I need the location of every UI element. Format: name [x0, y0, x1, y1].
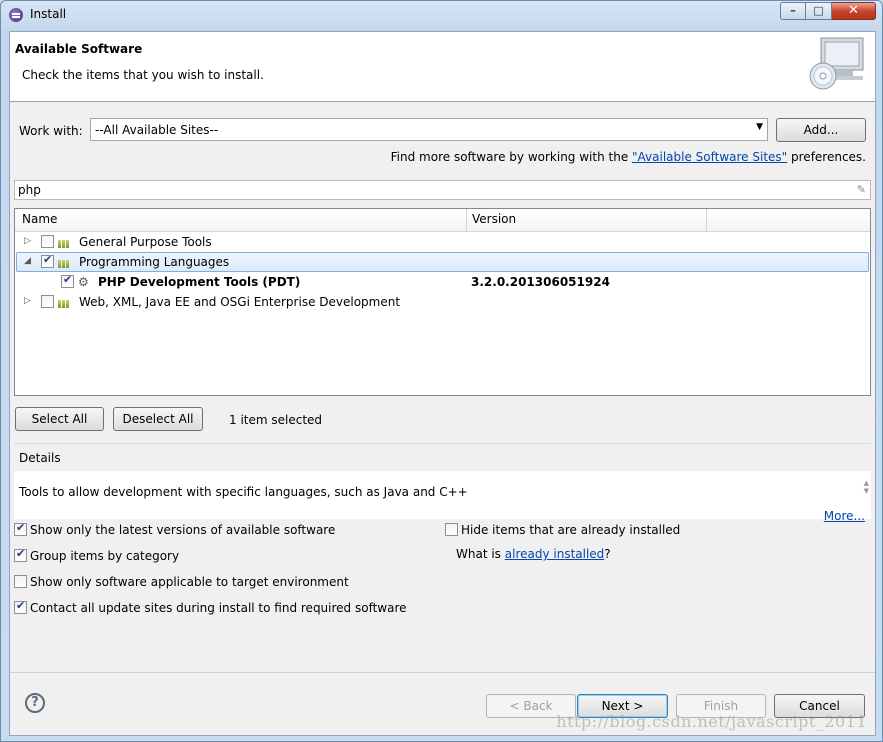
- work-with-value: --All Available Sites--: [95, 123, 219, 137]
- checkbox[interactable]: ✔: [41, 253, 54, 268]
- option-label: Group items by category: [30, 549, 180, 563]
- wizard-banner: Available Software Check the items that …: [10, 32, 875, 102]
- already-installed-link[interactable]: already installed: [505, 547, 605, 561]
- work-with-label: Work with:: [19, 124, 83, 138]
- check-icon: ✔: [16, 599, 26, 612]
- row-label: General Purpose Tools: [79, 235, 212, 249]
- details-group: Details Tools to allow development with …: [14, 443, 871, 523]
- page-subtitle: Check the items that you wish to install…: [22, 68, 264, 82]
- page-title: Available Software: [15, 42, 143, 56]
- chevron-down-icon[interactable]: ▼: [756, 122, 763, 132]
- checkbox[interactable]: [41, 235, 54, 248]
- filter-input[interactable]: php ✎: [14, 180, 871, 200]
- maximize-icon: □: [813, 4, 824, 17]
- checkbox[interactable]: [445, 523, 458, 536]
- details-label: Details: [19, 451, 61, 465]
- minimize-icon: –: [790, 4, 796, 17]
- window-title: Install: [30, 7, 67, 21]
- deselect-all-button[interactable]: Deselect All: [113, 407, 203, 431]
- latest-versions-option[interactable]: ✔ Show only the latest versions of availa…: [14, 521, 335, 537]
- add-site-button[interactable]: Add...: [776, 118, 866, 142]
- category-icon: [58, 297, 72, 308]
- option-label: Show only the latest versions of availab…: [30, 523, 336, 537]
- tree-row[interactable]: ✔ ⚙ PHP Development Tools (PDT) 3.2.0.20…: [16, 272, 869, 292]
- caption-buttons: – □ ✕: [780, 2, 876, 20]
- maximize-button[interactable]: □: [806, 2, 832, 20]
- scroll-arrows-icon[interactable]: ▲ ▼: [864, 479, 869, 495]
- column-divider[interactable]: [706, 209, 707, 231]
- work-with-combo[interactable]: --All Available Sites-- ▼: [90, 118, 768, 141]
- expand-icon[interactable]: ▷: [24, 236, 31, 246]
- column-version[interactable]: Version: [472, 212, 516, 226]
- category-icon: [58, 257, 72, 268]
- title-bar[interactable]: Install – □ ✕: [1, 1, 882, 29]
- checkbox[interactable]: [14, 575, 27, 588]
- checkbox[interactable]: ✔: [61, 273, 74, 288]
- collapse-icon[interactable]: ◢: [24, 256, 31, 266]
- column-name[interactable]: Name: [22, 212, 57, 226]
- option-label: Hide items that are already installed: [461, 523, 681, 537]
- column-divider[interactable]: [466, 209, 467, 231]
- row-version: 3.2.0.201306051924: [471, 275, 610, 289]
- what-is-suffix: ?: [604, 547, 611, 561]
- row-label: PHP Development Tools (PDT): [98, 275, 301, 289]
- minimize-button[interactable]: –: [780, 2, 806, 20]
- expand-icon[interactable]: ▷: [24, 296, 31, 306]
- checkbox[interactable]: ✔: [14, 521, 27, 536]
- eclipse-icon: [9, 8, 23, 22]
- selection-status: 1 item selected: [229, 413, 323, 427]
- available-sites-link[interactable]: "Available Software Sites": [632, 150, 787, 164]
- checkbox[interactable]: [41, 295, 54, 308]
- hint-prefix: Find more software by working with the: [390, 150, 633, 164]
- category-icon: [58, 237, 72, 248]
- close-icon: ✕: [848, 3, 859, 18]
- checkbox[interactable]: ✔: [14, 547, 27, 562]
- details-text-area[interactable]: Tools to allow development with specific…: [14, 471, 871, 523]
- select-all-button[interactable]: Select All: [15, 407, 104, 431]
- watermark-text: http://blog.csdn.net/javascript_2011: [556, 712, 867, 731]
- check-icon: ✔: [43, 253, 53, 266]
- software-tree[interactable]: Name Version ▷ General Purpose Tools ◢ ✔…: [14, 208, 871, 396]
- option-label: Show only software applicable to target …: [30, 575, 349, 589]
- checkbox[interactable]: ✔: [14, 599, 27, 614]
- clear-filter-icon[interactable]: ✎: [857, 183, 866, 196]
- applicable-only-option[interactable]: Show only software applicable to target …: [14, 573, 349, 589]
- close-button[interactable]: ✕: [832, 2, 876, 20]
- feature-icon: ⚙: [78, 275, 89, 289]
- tree-header: Name Version: [15, 209, 870, 232]
- tree-row[interactable]: ▷ General Purpose Tools: [16, 232, 869, 252]
- check-icon: ✔: [16, 521, 26, 534]
- option-label: Contact all update sites during install …: [30, 601, 407, 615]
- hide-installed-option[interactable]: Hide items that are already installed: [445, 521, 680, 537]
- check-icon: ✔: [16, 547, 26, 560]
- footer-divider: [10, 672, 875, 673]
- details-text: Tools to allow development with specific…: [19, 485, 468, 499]
- row-label: Web, XML, Java EE and OSGi Enterprise De…: [79, 295, 401, 309]
- install-computer-icon: [809, 37, 864, 90]
- tree-row-selected[interactable]: ◢ ✔ Programming Languages: [16, 252, 869, 272]
- help-icon[interactable]: ?: [25, 693, 45, 713]
- dialog-body: Available Software Check the items that …: [9, 31, 876, 736]
- what-is-prefix: What is: [456, 547, 505, 561]
- more-link[interactable]: More...: [824, 509, 865, 523]
- group-by-category-option[interactable]: ✔ Group items by category: [14, 547, 179, 563]
- contact-sites-option[interactable]: ✔ Contact all update sites during install…: [14, 599, 407, 615]
- software-sites-hint: Find more software by working with the "…: [391, 150, 866, 164]
- row-label: Programming Languages: [79, 255, 230, 269]
- install-window: Install – □ ✕ Available Software Check t…: [0, 0, 883, 742]
- tree-row[interactable]: ▷ Web, XML, Java EE and OSGi Enterprise …: [16, 292, 869, 312]
- filter-value: php: [18, 183, 41, 197]
- hint-suffix: preferences.: [787, 150, 866, 164]
- what-is-installed: What is already installed?: [456, 547, 611, 561]
- check-icon: ✔: [63, 273, 73, 286]
